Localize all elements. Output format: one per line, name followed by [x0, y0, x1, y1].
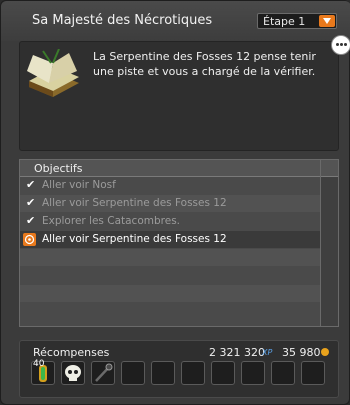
more-options-icon[interactable] — [331, 35, 350, 55]
objectives-scrollbar[interactable] — [320, 160, 338, 326]
reward-slot[interactable] — [91, 361, 115, 385]
objective-row: ✔ Aller voir Serpentine des Fosses 12 — [20, 195, 320, 212]
objectives-header: Objectifs — [20, 160, 320, 177]
objective-label: Aller voir Serpentine des Fosses 12 — [42, 197, 227, 209]
book-icon — [23, 48, 83, 99]
step-label: Étape 1 — [263, 15, 306, 28]
empty-row — [20, 285, 320, 302]
kama-icon — [321, 348, 329, 356]
reward-slot-empty[interactable] — [121, 361, 145, 385]
checkmark-icon: ✔ — [26, 178, 36, 191]
objective-row: ✔ Explorer les Catacombres. — [20, 213, 320, 230]
xp-value: 2 321 320 — [209, 346, 265, 359]
quest-header: Sa Majesté des Nécrotiques Étape 1 — [1, 1, 350, 41]
scrollbar-cap — [321, 160, 338, 177]
empty-row — [20, 267, 320, 284]
objective-label: Aller voir Serpentine des Fosses 12 — [42, 233, 227, 245]
rewards-title: Récompenses — [33, 346, 110, 359]
quest-description: La Serpentine des Fosses 12 pense tenir … — [93, 50, 316, 78]
reward-slot-empty[interactable] — [241, 361, 265, 385]
compass-icon[interactable] — [23, 233, 36, 246]
reward-slot-empty[interactable] — [301, 361, 325, 385]
chevron-down-icon[interactable] — [319, 15, 335, 27]
step-dropdown[interactable]: Étape 1 — [257, 13, 337, 29]
reward-slot-empty[interactable] — [271, 361, 295, 385]
empty-row — [20, 303, 320, 320]
skull-icon — [65, 365, 81, 381]
staff-icon — [95, 363, 113, 382]
quest-panel: Sa Majesté des Nécrotiques Étape 1 La Se… — [0, 0, 350, 405]
objective-label: Explorer les Catacombres. — [42, 215, 181, 227]
objective-label: Aller voir Nosf — [42, 179, 116, 191]
kamas-value: 35 980 — [282, 346, 321, 359]
reward-slot[interactable] — [61, 361, 85, 385]
xp-label: XP — [262, 348, 273, 357]
objectives-box: Objectifs ✔ Aller voir Nosf ✔ Aller voir… — [19, 159, 339, 327]
reward-slot-empty[interactable] — [151, 361, 175, 385]
objectives-title: Objectifs — [34, 162, 83, 175]
reward-slot-empty[interactable] — [181, 361, 205, 385]
objective-row-active[interactable]: Aller voir Serpentine des Fosses 12 — [20, 231, 320, 248]
objective-row: ✔ Aller voir Nosf — [20, 177, 320, 194]
checkmark-icon: ✔ — [26, 214, 36, 227]
empty-row — [20, 249, 320, 266]
reward-count: 40 — [33, 359, 45, 369]
quest-title: Sa Majesté des Nécrotiques — [32, 13, 213, 28]
checkmark-icon: ✔ — [26, 196, 36, 209]
reward-slot-empty[interactable] — [211, 361, 235, 385]
